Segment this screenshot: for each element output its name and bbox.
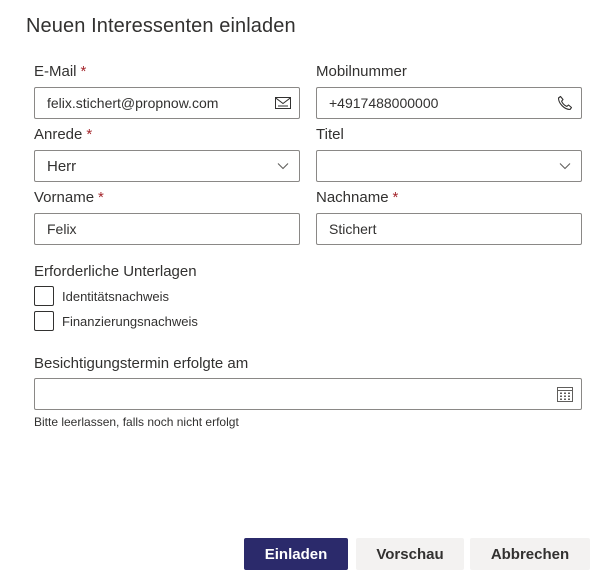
checkbox-box[interactable] bbox=[34, 311, 54, 331]
checkbox-box[interactable] bbox=[34, 286, 54, 306]
calendar-icon[interactable] bbox=[549, 379, 581, 409]
email-field[interactable]: felix.stichert@propnow.com bbox=[34, 87, 300, 119]
cancel-button[interactable]: Abbrechen bbox=[470, 538, 590, 570]
documents-label: Erforderliche Unterlagen bbox=[34, 263, 197, 280]
mobile-label-text: Mobilnummer bbox=[316, 63, 407, 80]
chevron-down-icon bbox=[267, 151, 299, 181]
mobile-label: Mobilnummer bbox=[316, 63, 407, 80]
salutation-value: Herr bbox=[47, 157, 77, 175]
salutation-label-text: Anrede bbox=[34, 126, 83, 143]
salutation-label: Anrede * bbox=[34, 126, 92, 143]
checkbox-financing[interactable]: Finanzierungsnachweis bbox=[34, 311, 198, 331]
mobile-field[interactable]: +4917488000000 bbox=[316, 87, 582, 119]
checkbox-financing-label[interactable]: Finanzierungsnachweis bbox=[62, 314, 198, 329]
firstname-field[interactable]: Felix bbox=[34, 213, 300, 245]
title-label-text: Titel bbox=[316, 126, 344, 143]
firstname-label-text: Vorname bbox=[34, 189, 95, 206]
required-marker: * bbox=[98, 189, 104, 206]
phone-icon bbox=[549, 88, 581, 118]
lastname-field[interactable]: Stichert bbox=[316, 213, 582, 245]
chevron-down-icon bbox=[549, 151, 581, 181]
title-label: Titel bbox=[316, 126, 344, 143]
email-value[interactable]: felix.stichert@propnow.com bbox=[47, 95, 267, 111]
firstname-label: Vorname * bbox=[34, 189, 104, 206]
dialog-title: Neuen Interessenten einladen bbox=[26, 15, 296, 37]
email-label: E-Mail * bbox=[34, 63, 86, 80]
email-label-text: E-Mail bbox=[34, 63, 77, 80]
checkbox-identity[interactable]: Identitätsnachweis bbox=[34, 286, 169, 306]
salutation-dropdown[interactable]: Herr bbox=[34, 150, 300, 182]
required-marker: * bbox=[80, 63, 87, 80]
lastname-label: Nachname * bbox=[316, 189, 398, 206]
viewing-date-label: Besichtigungstermin erfolgte am bbox=[34, 355, 249, 372]
lastname-value[interactable]: Stichert bbox=[329, 221, 581, 237]
lastname-label-text: Nachname bbox=[316, 189, 389, 206]
invite-button[interactable]: Einladen bbox=[244, 538, 348, 570]
checkbox-identity-label[interactable]: Identitätsnachweis bbox=[62, 289, 169, 304]
required-marker: * bbox=[392, 189, 399, 206]
viewing-date-helper: Bitte leerlassen, falls noch nicht erfol… bbox=[34, 415, 239, 429]
mail-icon bbox=[267, 88, 299, 118]
title-dropdown[interactable] bbox=[316, 150, 582, 182]
required-marker: * bbox=[86, 126, 93, 143]
mobile-value[interactable]: +4917488000000 bbox=[329, 95, 549, 111]
viewing-date-field[interactable] bbox=[34, 378, 582, 410]
preview-button[interactable]: Vorschau bbox=[356, 538, 464, 570]
firstname-value[interactable]: Felix bbox=[47, 221, 299, 237]
